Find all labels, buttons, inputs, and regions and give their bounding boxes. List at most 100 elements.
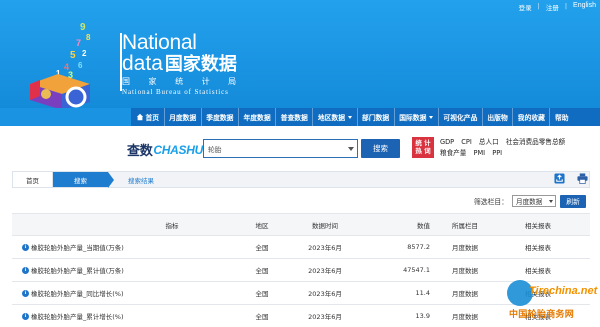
svg-text:7: 7 [76, 38, 81, 48]
search-button[interactable]: 搜索 [361, 139, 400, 158]
column-cell: 月度数据 [452, 267, 478, 275]
svg-text:8: 8 [86, 33, 91, 42]
nav-publications[interactable]: 出版物 [483, 108, 514, 126]
svg-text:6: 6 [78, 61, 83, 70]
info-icon[interactable]: i [22, 243, 29, 251]
indicator-cell: i 橡胶轮胎外胎产量_同比增长(%) [12, 288, 242, 298]
nav-visualization[interactable]: 可视化产品 [439, 108, 483, 126]
region-cell: 全国 [255, 313, 269, 321]
info-icon[interactable]: i [22, 289, 29, 297]
hot-word-link[interactable]: 粮食产量 [440, 149, 466, 157]
breadcrumb-home[interactable]: 首页 [13, 172, 53, 187]
chevron-down-icon [429, 115, 434, 119]
value-cell: 47547.1 [403, 266, 430, 274]
separator: | [564, 2, 568, 10]
chashu-cn: 查数 [127, 144, 153, 159]
report-link[interactable]: 相关报表 [498, 265, 578, 275]
indicator-cell: i 橡胶轮胎外胎产量_当期值(万条) [12, 242, 242, 252]
print-icon[interactable] [577, 173, 588, 184]
column-cell: 月度数据 [452, 313, 478, 321]
top-links: 登录 | 注册 | English [519, 2, 596, 12]
table-header: 指标 地区 数据时间 数值 所属栏目 相关报表 [12, 213, 590, 236]
nav-favorites[interactable]: 我的收藏 [513, 108, 551, 126]
breadcrumb-tools [554, 173, 588, 184]
logo-national: National [122, 31, 197, 54]
nav-census[interactable]: 普查数据 [276, 108, 314, 126]
register-link[interactable]: 注册 [546, 2, 559, 12]
value-cell: 11.4 [415, 289, 430, 297]
logo-data-line: data 国家数据 [122, 53, 244, 75]
hot-word-link[interactable]: CPI [461, 138, 472, 146]
indicator-link[interactable]: 橡胶轮胎外胎产量_同比增长(%) [31, 288, 124, 298]
nav-label: 国际数据 [399, 114, 427, 122]
logo-subtitle: 国 家 统 计 局 [122, 77, 245, 86]
indicator-link[interactable]: 橡胶轮胎外胎产量_当期值(万条) [31, 242, 124, 252]
english-link[interactable]: English [573, 2, 596, 12]
value-cell: 8577.2 [407, 243, 430, 251]
nav-department[interactable]: 部门数据 [358, 108, 395, 126]
breadcrumb-search[interactable]: 搜索 [53, 172, 114, 188]
chevron-down-icon [348, 115, 353, 119]
hot-words-badge: 统 计 热 词 [412, 137, 434, 158]
column-cell: 月度数据 [452, 244, 478, 252]
filter-bar: 筛选栏目： 月度数据 刷新 [12, 192, 590, 210]
hot-word-link[interactable]: GDP [440, 138, 454, 146]
svg-text:9: 9 [80, 22, 86, 33]
logo-data: data [122, 52, 163, 75]
watermark-en: Tirechina.net [529, 285, 598, 297]
header-indicator: 指标 [165, 221, 179, 230]
chashu-logo[interactable]: 查数 CHASHU [127, 140, 203, 160]
nav-label: 部门数据 [362, 114, 390, 122]
nav-help[interactable]: 帮助 [550, 108, 573, 126]
report-link[interactable]: 相关报表 [498, 242, 578, 252]
search-input[interactable] [208, 144, 338, 153]
login-link[interactable]: 登录 [519, 2, 532, 12]
hot-badge-line: 热 词 [415, 147, 431, 155]
table-row: i 橡胶轮胎外胎产量_当期值(万条) 全国 2023年6月 8577.2 月度数… [12, 236, 590, 259]
info-icon[interactable]: i [22, 312, 29, 320]
time-cell: 2023年6月 [308, 313, 342, 321]
home-icon [136, 113, 143, 121]
header-value: 数值 [417, 221, 430, 230]
separator: | [537, 2, 540, 10]
chevron-down-icon[interactable] [348, 147, 354, 151]
site-logo[interactable]: National data 国家数据 国 家 统 计 局 National Bu… [122, 31, 245, 96]
nav-label: 季度数据 [206, 114, 234, 122]
filter-label: 筛选栏目： [474, 198, 508, 206]
column-cell: 月度数据 [452, 290, 478, 298]
nav-label: 地区数据 [317, 114, 346, 122]
hot-word-link[interactable]: 总人口 [479, 138, 499, 146]
hot-word-link[interactable]: PMI [473, 149, 485, 157]
search-box[interactable] [203, 139, 358, 158]
header-region: 地区 [255, 221, 269, 230]
indicator-link[interactable]: 橡胶轮胎外胎产量_累计值(万条) [31, 265, 124, 275]
svg-text:5: 5 [70, 50, 76, 61]
hot-word-link[interactable]: PPI [492, 149, 502, 157]
nav-monthly[interactable]: 月度数据 [165, 108, 202, 126]
main-nav: 首页 月度数据 季度数据 年度数据 普查数据 地区数据 部门数据 国际数据 可视… [131, 108, 600, 126]
region-cell: 全国 [255, 267, 269, 275]
nav-quarterly[interactable]: 季度数据 [202, 108, 239, 126]
nav-regional[interactable]: 地区数据 [313, 108, 358, 126]
nav-annual[interactable]: 年度数据 [239, 108, 277, 126]
nav-label: 年度数据 [243, 114, 271, 122]
info-icon[interactable]: i [22, 266, 29, 274]
nav-left-spacer [0, 108, 131, 126]
refresh-button[interactable]: 刷新 [560, 194, 586, 208]
hot-badge-line: 统 计 [415, 139, 431, 147]
nav-label: 首页 [145, 114, 160, 122]
region-cell: 全国 [255, 290, 269, 298]
breadcrumb-result: 搜索结果 [128, 176, 154, 185]
column-select[interactable]: 月度数据 [512, 195, 556, 207]
watermark: Tirechina.net 中国轮胎商务网 [497, 278, 600, 327]
nav-label: 帮助 [554, 114, 569, 122]
logo-cn-title: 国家数据 [164, 54, 237, 74]
indicator-link[interactable]: 橡胶轮胎外胎产量_累计增长(%) [31, 311, 124, 321]
nav-home[interactable]: 首页 [131, 108, 165, 126]
nav-international[interactable]: 国际数据 [395, 108, 439, 126]
site-header: 登录 | 注册 | English 9 8 7 2 5 6 4 1 3 Nati… [0, 0, 600, 108]
hot-word-link[interactable]: 社会消费品零售总额 [506, 138, 565, 146]
header-column: 所属栏目 [452, 221, 478, 230]
export-icon[interactable] [554, 173, 565, 184]
nav-label: 出版物 [487, 114, 508, 122]
